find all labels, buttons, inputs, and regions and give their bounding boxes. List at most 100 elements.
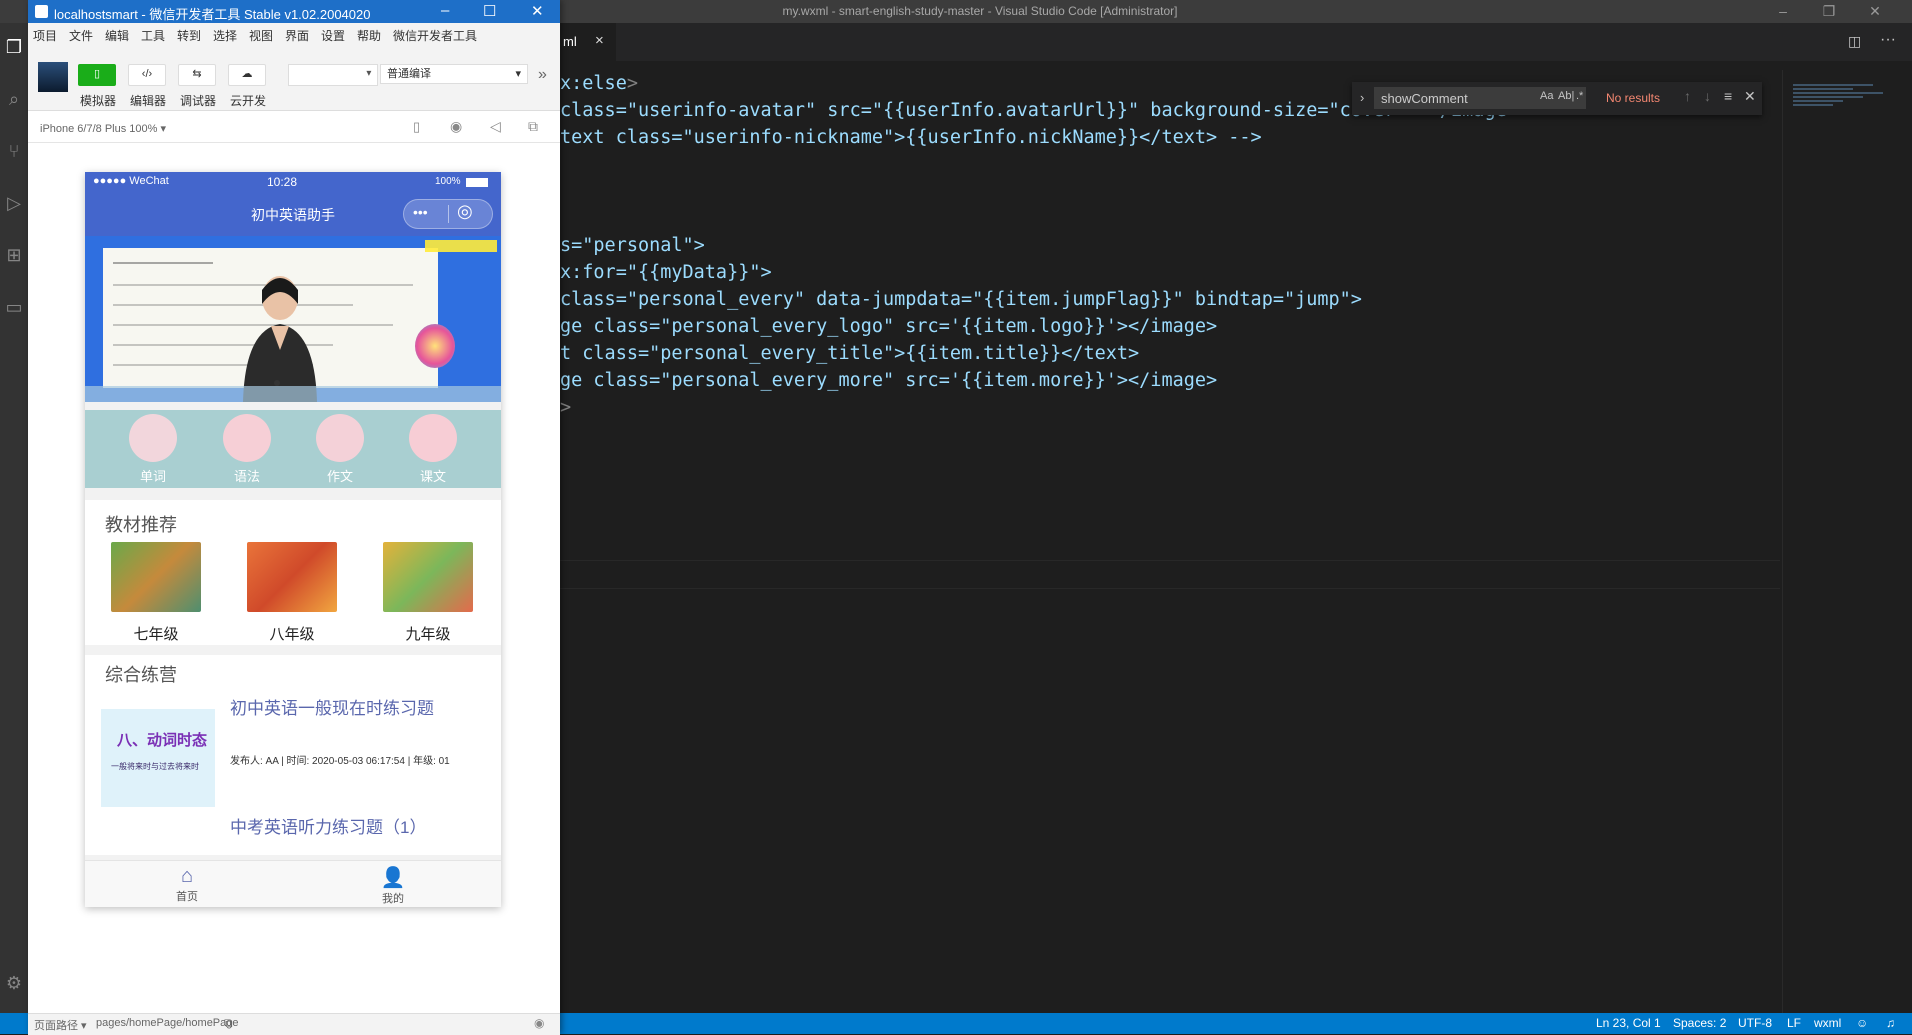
- textbook-cover-8[interactable]: [247, 542, 337, 612]
- language-mode[interactable]: wxml: [1814, 1016, 1841, 1030]
- code-line: t class="personal_every_title">{{item.ti…: [560, 343, 1140, 364]
- wechat-window-title: localhostsmart - 微信开发者工具 Stable v1.02.20…: [54, 7, 371, 22]
- source-control-icon[interactable]: ⑂: [4, 141, 24, 161]
- code-line: text class="userinfo-nickname">{{userInf…: [560, 127, 1262, 148]
- editor-tab-my-wxml[interactable]: ml ×: [560, 23, 616, 61]
- editor-toggle-button[interactable]: ‹/›: [128, 64, 166, 86]
- menu-help[interactable]: 帮助: [357, 27, 381, 44]
- match-word-toggle[interactable]: Ab|: [1558, 90, 1574, 102]
- menu-project[interactable]: 项目: [33, 27, 57, 44]
- menu-select[interactable]: 选择: [213, 27, 237, 44]
- search-icon[interactable]: ⌕: [4, 89, 24, 109]
- practice-item-title[interactable]: 中考英语听力练习题（1）: [230, 813, 426, 838]
- practice-item-meta: 发布人: AA | 时间: 2020-05-03 06:17:54 | 年级: …: [230, 756, 450, 767]
- toggle-replace-chevron-icon[interactable]: ›: [1360, 90, 1364, 105]
- code-line: x:for="{{myData}}">: [560, 262, 772, 283]
- copy-icon[interactable]: ⧉: [224, 1016, 233, 1031]
- practice-thumbnail[interactable]: 八、动词时态 一般将来时与过去将来时: [101, 709, 215, 807]
- menu-view[interactable]: 视图: [249, 27, 273, 44]
- close-miniprogram-icon[interactable]: ◎: [457, 201, 473, 222]
- tab-home[interactable]: ⌂ 首页: [157, 865, 217, 904]
- textbook-cover-7[interactable]: [111, 542, 201, 612]
- more-actions-icon[interactable]: ···: [1880, 31, 1896, 49]
- explorer-icon[interactable]: ❐: [4, 37, 24, 57]
- end-of-line[interactable]: LF: [1787, 1016, 1801, 1030]
- menu-interface[interactable]: 界面: [285, 27, 309, 44]
- previous-match-icon[interactable]: ↑: [1684, 88, 1691, 104]
- debugger-toggle-button[interactable]: ⇆: [178, 64, 216, 86]
- indentation[interactable]: Spaces: 2: [1673, 1016, 1726, 1030]
- menu-edit[interactable]: 编辑: [105, 27, 129, 44]
- remote-explorer-icon[interactable]: ▭: [4, 297, 24, 317]
- menu-tools[interactable]: 工具: [141, 27, 165, 44]
- cursor-position[interactable]: Ln 23, Col 1: [1596, 1016, 1661, 1030]
- device-select[interactable]: iPhone 6/7/8 Plus 100% ▾: [40, 122, 166, 135]
- tab-mine[interactable]: 👤 我的: [363, 865, 423, 906]
- settings-gear-icon[interactable]: ⚙: [4, 973, 24, 993]
- category-words[interactable]: 单词: [123, 414, 183, 485]
- feedback-icon[interactable]: ☺: [1856, 1016, 1868, 1030]
- eye-icon[interactable]: ◉: [534, 1016, 544, 1030]
- menu-settings[interactable]: 设置: [321, 27, 345, 44]
- split-editor-icon[interactable]: ◫: [1848, 33, 1861, 50]
- find-input[interactable]: [1374, 87, 1586, 109]
- code-editor[interactable]: x:else> class="userinfo-avatar" src="{{u…: [560, 70, 1780, 421]
- match-case-toggle[interactable]: Aa: [1540, 90, 1553, 102]
- wechat-maximize-button[interactable]: ☐: [483, 2, 496, 20]
- wechat-devtools-logo: [35, 5, 48, 18]
- section-title: 综合练营: [105, 665, 177, 685]
- wechat-devtools-window: localhostsmart - 微信开发者工具 Stable v1.02.20…: [28, 0, 560, 1035]
- category-composition[interactable]: 作文: [310, 414, 370, 485]
- notifications-bell-icon[interactable]: ♫: [1886, 1016, 1895, 1030]
- phone-icon[interactable]: ▯: [413, 119, 420, 135]
- compile-mode-select[interactable]: 普通编译 ▾: [380, 64, 528, 84]
- carousel-dot[interactable]: [274, 380, 280, 386]
- menu-goto[interactable]: 转到: [177, 27, 201, 44]
- compile-mode-label: 普通编译: [387, 68, 431, 80]
- run-debug-icon[interactable]: ▷: [4, 193, 24, 213]
- editor-label: 编辑器: [130, 94, 167, 108]
- sound-icon[interactable]: ◁: [490, 118, 501, 135]
- cloud-dev-button[interactable]: ☁: [228, 64, 266, 86]
- encoding[interactable]: UTF-8: [1738, 1016, 1772, 1030]
- category-texts[interactable]: 课文: [403, 414, 463, 485]
- record-icon[interactable]: ◉: [450, 118, 462, 135]
- home-icon: ⌂: [180, 865, 194, 887]
- extensions-icon[interactable]: ⊞: [4, 245, 24, 265]
- practice-section: 综合练营 八、动词时态 一般将来时与过去将来时 初中英语一般现在时练习题 发布人…: [85, 655, 501, 855]
- watermark-logo: [425, 240, 497, 252]
- tab-label: ml: [563, 34, 577, 49]
- simulator-toggle-button[interactable]: ▯: [78, 64, 116, 86]
- find-in-selection-icon[interactable]: ≡: [1724, 88, 1732, 104]
- expand-toolbar-icon[interactable]: »: [538, 66, 547, 84]
- vscode-minimize-button[interactable]: –: [1760, 0, 1806, 23]
- minimap[interactable]: [1782, 70, 1912, 1030]
- mode-select[interactable]: ▾: [288, 64, 378, 86]
- chevron-down-icon: ▾: [515, 68, 521, 80]
- code-line: ge class="personal_every_logo" src='{{it…: [560, 316, 1218, 337]
- regex-toggle[interactable]: .*: [1576, 90, 1583, 102]
- avatar[interactable]: [38, 62, 68, 92]
- close-icon[interactable]: ✕: [1744, 88, 1756, 105]
- menu-file[interactable]: 文件: [69, 27, 93, 44]
- carrier: ●●●●● WeChat: [93, 175, 169, 187]
- close-icon[interactable]: ×: [595, 32, 604, 49]
- page-path-select[interactable]: 页面路径 ▾: [34, 1017, 87, 1033]
- next-match-icon[interactable]: ↓: [1704, 88, 1711, 104]
- book-icon: [129, 414, 177, 462]
- more-dots-icon[interactable]: •••: [413, 204, 428, 220]
- practice-item-title[interactable]: 初中英语一般现在时练习题: [230, 694, 434, 719]
- vscode-restore-button[interactable]: ❐: [1806, 0, 1852, 23]
- wechat-close-button[interactable]: ✕: [531, 2, 544, 20]
- textbook-cover-9[interactable]: [383, 542, 473, 612]
- banner-carousel[interactable]: [85, 236, 501, 402]
- phone-simulator: ●●●●● WeChat 10:28 100% 初中英语助手 ••• ◎ 单词 …: [85, 172, 501, 907]
- detach-window-icon[interactable]: ⧉: [528, 118, 538, 135]
- category-grammar[interactable]: 语法: [217, 414, 277, 485]
- wechat-minimize-button[interactable]: –: [441, 2, 449, 19]
- code-line: s="personal">: [560, 235, 705, 256]
- books-icon: [316, 414, 364, 462]
- vscode-close-button[interactable]: ✕: [1852, 0, 1898, 23]
- menu-devtools[interactable]: 微信开发者工具: [393, 27, 477, 44]
- find-widget: › Aa Ab| .* No results ↑ ↓ ≡ ✕: [1352, 82, 1762, 115]
